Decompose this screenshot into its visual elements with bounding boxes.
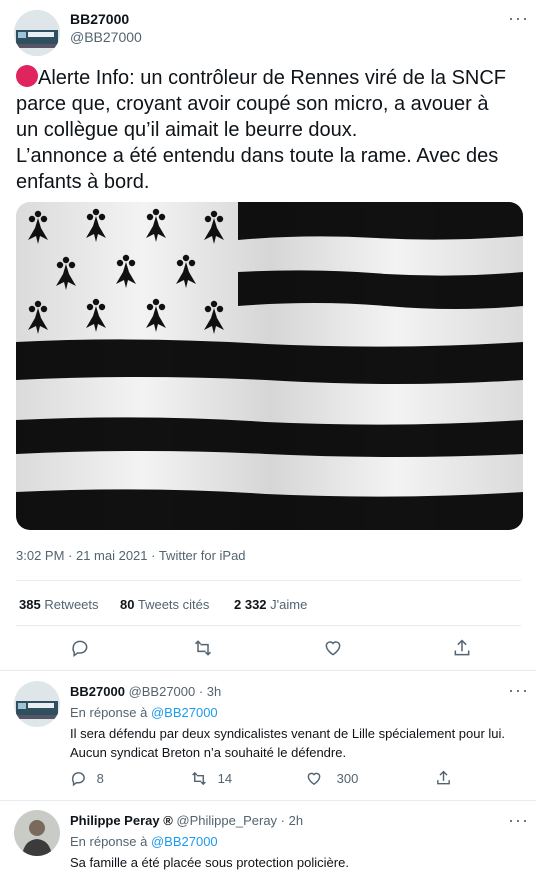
- avatar[interactable]: [14, 10, 60, 56]
- avatar[interactable]: [14, 681, 60, 727]
- more-icon[interactable]: ···: [508, 810, 529, 831]
- reply-text-line: Il sera défendu par deux syndicalistes v…: [70, 726, 506, 741]
- share-icon[interactable]: [435, 769, 452, 792]
- retweet-action[interactable]: 14: [190, 770, 232, 787]
- reply-header: Philippe Peray ® @Philippe_Peray · 2h: [70, 813, 303, 828]
- divider: [16, 580, 521, 581]
- tweet-text-line: un collègue qu’il aimait le beurre doux.: [16, 119, 358, 141]
- reply-text: Sa famille a été placée sous protection …: [70, 855, 349, 870]
- reply-text-line: Aucun syndicat Breton n’a souhaité le dé…: [70, 745, 347, 760]
- person-avatar-icon: [14, 810, 60, 856]
- quotes-stat[interactable]: 80 Tweets cités: [120, 597, 209, 612]
- tweet-text-line: parce que, croyant avoir coupé son micro…: [16, 93, 489, 115]
- red-circle-icon: [16, 65, 38, 87]
- tweet-timestamp[interactable]: 3:02 PM · 21 mai 2021 · Twitter for iPad: [16, 548, 246, 563]
- divider: [16, 625, 521, 626]
- reply-icon[interactable]: [70, 638, 90, 663]
- author-handle[interactable]: @BB27000: [70, 29, 142, 45]
- retweets-stat[interactable]: 385 Retweets: [19, 597, 99, 612]
- tweet-text-line: L’annonce a été entendu dans toute la ra…: [16, 145, 499, 167]
- tweet-image[interactable]: [16, 202, 523, 530]
- reply-header: BB27000 @BB27000 · 3h: [70, 684, 221, 699]
- avatar[interactable]: [14, 810, 60, 856]
- share-icon[interactable]: [452, 637, 472, 664]
- tweet-text-line: Alerte Info: un contrôleur de Rennes vir…: [16, 65, 531, 91]
- train-avatar-icon: [14, 681, 60, 727]
- tweet-text-line: enfants à bord.: [16, 171, 150, 193]
- more-icon[interactable]: ···: [508, 680, 529, 701]
- reply-handle-time[interactable]: @Philippe_Peray · 2h: [176, 813, 303, 828]
- tweet-text: Alerte Info: un contrôleur de Rennes vir…: [16, 65, 531, 195]
- breton-flag-image: [16, 202, 523, 530]
- divider: [0, 670, 536, 671]
- reply-handle-time[interactable]: @BB27000 · 3h: [129, 684, 222, 699]
- like-action[interactable]: 300: [305, 770, 358, 787]
- likes-stat[interactable]: 2 332 J'aime: [234, 597, 307, 612]
- train-avatar-icon: [14, 10, 60, 56]
- reply-action[interactable]: 8: [70, 770, 104, 787]
- in-reply-to-link[interactable]: @BB27000: [151, 834, 218, 849]
- reply-author-name[interactable]: Philippe Peray ®: [70, 813, 173, 828]
- in-reply-to-link[interactable]: @BB27000: [151, 705, 218, 720]
- reply-author-name[interactable]: BB27000: [70, 684, 125, 699]
- reply-icon: [71, 772, 85, 787]
- reply-text: Il sera défendu par deux syndicalistes v…: [70, 724, 530, 762]
- like-icon[interactable]: [322, 638, 344, 663]
- in-reply-to: En réponse à @BB27000: [70, 705, 218, 720]
- author-name[interactable]: BB27000: [70, 11, 129, 27]
- in-reply-to: En réponse à @BB27000: [70, 834, 218, 849]
- more-icon[interactable]: ···: [508, 8, 529, 29]
- retweet-icon: [192, 771, 206, 786]
- like-icon: [307, 772, 321, 786]
- retweet-icon[interactable]: [192, 638, 214, 663]
- divider: [0, 800, 536, 801]
